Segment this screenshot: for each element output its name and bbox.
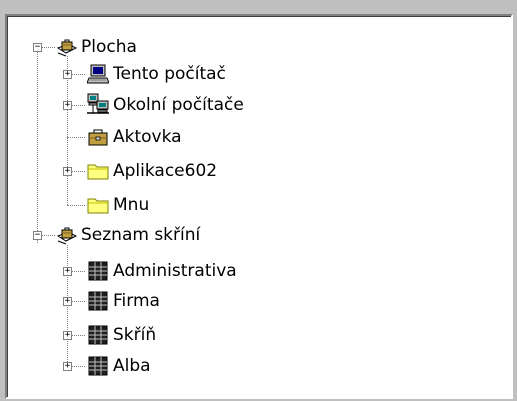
cabinet-grid-icon (88, 325, 108, 345)
tree-line (71, 74, 85, 75)
tree-line (67, 205, 85, 206)
expand-toggle[interactable]: + (63, 267, 72, 276)
folder-icon (87, 198, 109, 214)
briefcase-icon (88, 129, 108, 146)
folder-tree-view[interactable]: − Plocha + Tento počítač + Okolní počíta… (5, 14, 513, 399)
tree-line (37, 47, 38, 243)
expand-toggle[interactable]: + (63, 297, 72, 306)
tree-line (67, 245, 68, 370)
cabinet-grid-icon (88, 291, 108, 311)
tree-line (41, 47, 55, 48)
cabinet-grid-icon (88, 356, 108, 376)
expand-toggle[interactable]: + (63, 101, 72, 110)
tree-node-firma[interactable]: Firma (113, 290, 160, 312)
tree-node-okolni-pocitace[interactable]: Okolní počítače (113, 94, 244, 116)
tree-node-aktovka[interactable]: Aktovka (113, 126, 182, 148)
tree-node-aplikace602[interactable]: Aplikace602 (113, 160, 217, 182)
desktop-briefcase-icon (56, 39, 78, 57)
tree-line (71, 301, 85, 302)
network-computers-icon (87, 93, 109, 114)
tree-node-mnu[interactable]: Mnu (113, 194, 149, 216)
cabinet-grid-icon (88, 261, 108, 281)
tree-line (71, 335, 85, 336)
tree-node-administrativa[interactable]: Administrativa (113, 260, 237, 282)
tree-node-plocha[interactable]: Plocha (81, 36, 137, 58)
tree-line (71, 366, 85, 367)
tree-node-alba[interactable]: Alba (113, 355, 151, 377)
tree-line (71, 271, 85, 272)
tree-line (71, 171, 85, 172)
window-frame: − Plocha + Tento počítač + Okolní počíta… (0, 0, 517, 401)
computer-icon (87, 64, 109, 84)
tree-node-tento-pocitac[interactable]: Tento počítač (113, 63, 226, 85)
expand-toggle[interactable]: + (63, 331, 72, 340)
folder-icon (87, 164, 109, 180)
collapse-toggle[interactable]: − (33, 231, 42, 240)
expand-toggle[interactable]: + (63, 70, 72, 79)
expand-toggle[interactable]: + (63, 362, 72, 371)
expand-toggle[interactable]: + (63, 167, 72, 176)
tree-node-seznam-skrini[interactable]: Seznam skříní (81, 224, 200, 246)
tree-line (67, 137, 85, 138)
tree-line (41, 235, 55, 236)
desktop-briefcase-icon (56, 227, 78, 245)
tree-line (71, 105, 85, 106)
collapse-toggle[interactable]: − (33, 43, 42, 52)
tree-node-skrin[interactable]: Skříň (113, 324, 156, 346)
